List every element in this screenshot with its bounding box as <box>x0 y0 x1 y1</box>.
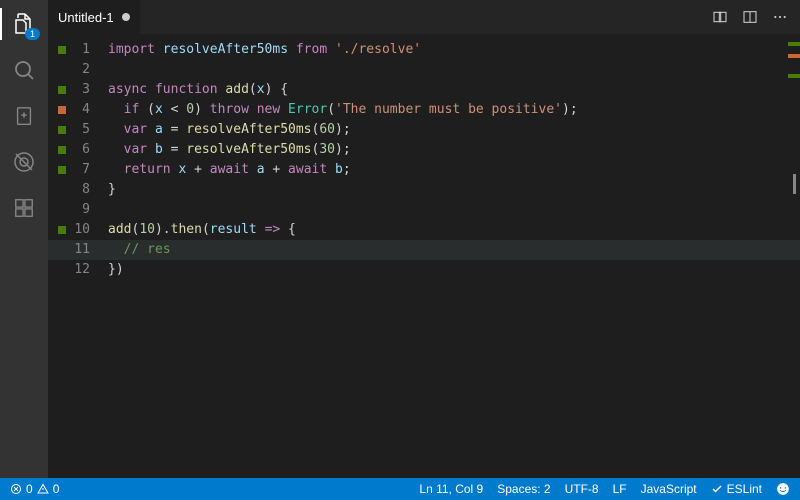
gutter-decoration-icon <box>58 146 66 154</box>
line-number: 11 <box>48 240 108 260</box>
code-line[interactable]: } <box>108 180 800 200</box>
editor[interactable]: 123456789101112 import resolveAfter50ms … <box>48 34 800 478</box>
code-line[interactable]: return x + await a + await b; <box>108 160 800 180</box>
line-number: 8 <box>48 180 108 200</box>
code-line[interactable]: import resolveAfter50ms from './resolve' <box>108 40 800 60</box>
debug-icon[interactable] <box>10 148 38 176</box>
compare-changes-icon[interactable] <box>712 9 728 25</box>
line-number: 10 <box>48 220 108 240</box>
explorer-icon[interactable]: 1 <box>10 10 38 38</box>
gutter-decoration-icon <box>58 226 66 234</box>
activity-bar: 1 <box>0 0 48 478</box>
source-control-icon[interactable] <box>10 102 38 130</box>
code-area[interactable]: import resolveAfter50ms from './resolve'… <box>108 34 800 478</box>
line-number: 4 <box>48 100 108 120</box>
line-number: 9 <box>48 200 108 220</box>
code-line[interactable]: if (x < 0) throw new Error('The number m… <box>108 100 800 120</box>
gutter-decoration-icon <box>58 166 66 174</box>
tab-title: Untitled-1 <box>58 10 114 25</box>
code-line[interactable] <box>108 200 800 220</box>
more-actions-icon[interactable] <box>772 9 788 25</box>
code-line[interactable]: var a = resolveAfter50ms(60); <box>108 120 800 140</box>
status-bar: 0 0 Ln 11, Col 9 Spaces: 2 UTF-8 LF Java… <box>0 478 800 500</box>
line-number: 6 <box>48 140 108 160</box>
gutter-decoration-icon <box>58 46 66 54</box>
overview-ruler <box>788 34 800 478</box>
code-line[interactable]: var b = resolveAfter50ms(30); <box>108 140 800 160</box>
line-number: 12 <box>48 260 108 280</box>
code-line[interactable]: // res <box>108 240 800 260</box>
code-line[interactable] <box>108 60 800 80</box>
status-language[interactable]: JavaScript <box>641 482 697 496</box>
status-encoding[interactable]: UTF-8 <box>565 482 599 496</box>
code-line[interactable]: add(10).then(result => { <box>108 220 800 240</box>
dirty-indicator-icon <box>122 13 130 21</box>
status-indent[interactable]: Spaces: 2 <box>497 482 550 496</box>
tab-untitled-1[interactable]: Untitled-1 <box>48 0 140 34</box>
tab-bar: Untitled-1 <box>48 0 800 34</box>
extensions-icon[interactable] <box>10 194 38 222</box>
status-cursor[interactable]: Ln 11, Col 9 <box>419 482 483 496</box>
code-line[interactable]: async function add(x) { <box>108 80 800 100</box>
status-problems[interactable]: 0 0 <box>10 482 59 496</box>
status-feedback-icon[interactable] <box>776 482 790 496</box>
line-number: 7 <box>48 160 108 180</box>
gutter-decoration-icon <box>58 126 66 134</box>
code-line[interactable]: }) <box>108 260 800 280</box>
status-eol[interactable]: LF <box>613 482 627 496</box>
line-number: 5 <box>48 120 108 140</box>
split-editor-icon[interactable] <box>742 9 758 25</box>
line-number: 2 <box>48 60 108 80</box>
line-gutter: 123456789101112 <box>48 34 108 478</box>
status-eslint[interactable]: ESLint <box>711 482 762 496</box>
line-number: 1 <box>48 40 108 60</box>
gutter-decoration-icon <box>58 86 66 94</box>
search-icon[interactable] <box>10 56 38 84</box>
explorer-badge: 1 <box>25 28 40 40</box>
line-number: 3 <box>48 80 108 100</box>
gutter-decoration-icon <box>58 106 66 114</box>
